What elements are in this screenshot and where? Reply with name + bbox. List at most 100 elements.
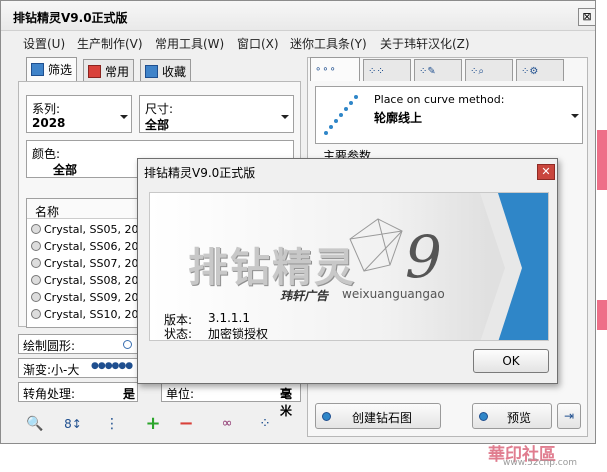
gradient-field[interactable]: 渐变:小-大 ●●●●●● bbox=[18, 358, 138, 378]
method-select[interactable]: Place on curve method: 轮廓线上 bbox=[315, 86, 583, 144]
list-item[interactable]: Crystal, SS08, 202 bbox=[31, 274, 146, 290]
size-value: 全部 bbox=[145, 118, 170, 132]
tab-favorites[interactable]: 收藏 bbox=[140, 59, 192, 81]
stone-icon bbox=[31, 224, 41, 234]
menu-about[interactable]: 关于玮轩汉化(Z) bbox=[380, 35, 470, 52]
tab-filter[interactable]: 筛选 bbox=[26, 57, 78, 81]
corner-label: 转角处理: bbox=[23, 387, 76, 401]
method-value: 轮廓线上 bbox=[374, 111, 423, 125]
size-label: 尺寸: bbox=[145, 102, 174, 116]
list-item-label: Crystal, SS08, 202 bbox=[44, 274, 146, 287]
about-dialog: 排钻精灵V9.0正式版 ✕ 排钻精灵 9 玮轩广告 weixuanguangao… bbox=[137, 158, 558, 384]
logo-number: 9 bbox=[405, 223, 442, 291]
menu-settings[interactable]: 设置(U) bbox=[23, 35, 65, 52]
series-label: 系列: bbox=[32, 102, 61, 116]
tab-filter-label: 筛选 bbox=[48, 63, 73, 77]
circle-icon bbox=[123, 340, 132, 349]
draw-circle-label: 绘制圆形: bbox=[23, 339, 76, 353]
list-item-label: Crystal, SS05, 202 bbox=[44, 223, 146, 236]
grid-dots-icon: ⁘⁘ bbox=[368, 66, 385, 77]
scatter-icon[interactable]: ⁘ bbox=[254, 413, 276, 435]
list-item[interactable]: Crystal, SS10, 202 bbox=[31, 308, 146, 324]
watermark-url: www.52cnp.com bbox=[503, 458, 578, 468]
create-diagram-label: 创建钻石图 bbox=[352, 411, 413, 425]
link-icon[interactable]: ∞ bbox=[216, 413, 238, 435]
export-icon[interactable]: ⇥ bbox=[557, 403, 581, 429]
tab-favorites-label: 收藏 bbox=[162, 65, 187, 79]
logo-text: 排钻精灵 bbox=[188, 245, 356, 291]
series-select[interactable]: 系列: 2028 bbox=[26, 95, 132, 133]
corner-value: 是 bbox=[123, 387, 136, 401]
create-diagram-button[interactable]: 创建钻石图 bbox=[315, 403, 441, 429]
draw-circle-field[interactable]: 绘制圆形: bbox=[18, 334, 138, 354]
tab-curve[interactable]: ∘∘∘ bbox=[310, 57, 360, 81]
gradient-dots-icon: ●●●●●● bbox=[91, 361, 133, 371]
menu-tools[interactable]: 常用工具(W) bbox=[155, 35, 224, 52]
logo-banner: 排钻精灵 9 玮轩广告 weixuanguangao 版本: 3.1.1.1 状… bbox=[149, 192, 549, 341]
chevron-down-icon bbox=[571, 114, 579, 118]
size-select[interactable]: 尺寸: 全部 bbox=[139, 95, 294, 133]
zoom-icon[interactable]: 🔍 bbox=[24, 413, 46, 435]
list-item[interactable]: Crystal, SS09, 202 bbox=[31, 291, 146, 307]
add-icon[interactable]: + bbox=[142, 413, 164, 435]
status-label: 状态: bbox=[164, 327, 193, 341]
dot-icon bbox=[322, 412, 331, 421]
pencil-icon: ⁘✎ bbox=[419, 66, 436, 77]
search-icon: ⁘⌕ bbox=[470, 66, 484, 77]
list-header-name: 名称 bbox=[35, 205, 60, 219]
list-item-label: Crystal, SS10, 202 bbox=[44, 308, 146, 321]
tab-grid[interactable]: ⁘⁘ bbox=[363, 59, 411, 81]
list-item-label: Crystal, SS06, 202 bbox=[44, 240, 146, 253]
stone-icon bbox=[31, 258, 41, 268]
tab-pencil[interactable]: ⁘✎ bbox=[414, 59, 462, 81]
list-item-label: Crystal, SS09, 202 bbox=[44, 291, 146, 304]
list-item[interactable]: Crystal, SS07, 202 bbox=[31, 257, 146, 273]
unit-select[interactable]: 单位: 毫米 bbox=[161, 382, 301, 418]
unit-value: 毫米 bbox=[280, 387, 293, 418]
method-label: Place on curve method: bbox=[374, 93, 505, 106]
list-item[interactable]: Crystal, SS06, 202 bbox=[31, 240, 146, 256]
logo-latin: weixuanguangao bbox=[342, 287, 445, 301]
ok-button[interactable]: OK bbox=[473, 349, 549, 373]
menu-window[interactable]: 窗口(X) bbox=[237, 35, 279, 52]
dot-icon bbox=[479, 412, 488, 421]
close-icon[interactable]: ✕ bbox=[537, 164, 555, 180]
dialog-title: 排钻精灵V9.0正式版 bbox=[144, 166, 256, 180]
menu-bar: 设置(U) 生产制作(V) 常用工具(W) 窗口(X) 迷你工具条(Y) 关于玮… bbox=[1, 31, 595, 53]
unit-label: 单位: bbox=[166, 387, 195, 401]
stone-icon bbox=[31, 275, 41, 285]
gradient-label: 渐变:小-大 bbox=[23, 363, 80, 377]
favorites-icon bbox=[145, 65, 158, 78]
chevron-down-icon bbox=[120, 115, 128, 119]
tab-settings[interactable]: ⁘⚙ bbox=[516, 59, 564, 81]
stone-icon bbox=[31, 241, 41, 251]
curve-dots-icon: ∘∘∘ bbox=[315, 64, 337, 75]
edge-stripe bbox=[597, 300, 607, 330]
preview-button[interactable]: 预览 bbox=[472, 403, 552, 429]
filter-icon bbox=[31, 63, 44, 76]
menu-production[interactable]: 生产制作(V) bbox=[77, 35, 143, 52]
menu-mini-toolbar[interactable]: 迷你工具条(Y) bbox=[290, 35, 367, 52]
curve-method-icon bbox=[322, 93, 362, 137]
edge-stripe bbox=[597, 130, 607, 190]
vertical-dots-icon[interactable]: ⋮ bbox=[101, 413, 123, 435]
list-item[interactable]: Crystal, SS05, 202 bbox=[31, 223, 146, 239]
spacing-icon[interactable]: 8↕ bbox=[62, 413, 84, 435]
tab-common[interactable]: 常用 bbox=[83, 59, 135, 81]
remove-icon[interactable]: − bbox=[175, 413, 197, 435]
color-label: 颜色: bbox=[32, 147, 61, 161]
version-value: 3.1.1.1 bbox=[208, 311, 250, 325]
color-value: 全部 bbox=[53, 163, 78, 177]
list-item-label: Crystal, SS07, 202 bbox=[44, 257, 146, 270]
series-value: 2028 bbox=[32, 116, 66, 130]
stone-icon bbox=[31, 309, 41, 319]
close-icon[interactable]: ⊠ bbox=[578, 8, 596, 26]
common-icon bbox=[88, 65, 101, 78]
tab-common-label: 常用 bbox=[105, 65, 130, 79]
logo-subtitle: 玮轩广告 bbox=[280, 289, 329, 303]
corner-select[interactable]: 转角处理: 是 bbox=[18, 382, 138, 402]
preview-label: 预览 bbox=[507, 411, 532, 425]
tab-search[interactable]: ⁘⌕ bbox=[465, 59, 513, 81]
status-value: 加密锁授权 bbox=[208, 327, 269, 341]
title-bar: 排钻精灵V9.0正式版 ⊠ bbox=[1, 1, 596, 31]
